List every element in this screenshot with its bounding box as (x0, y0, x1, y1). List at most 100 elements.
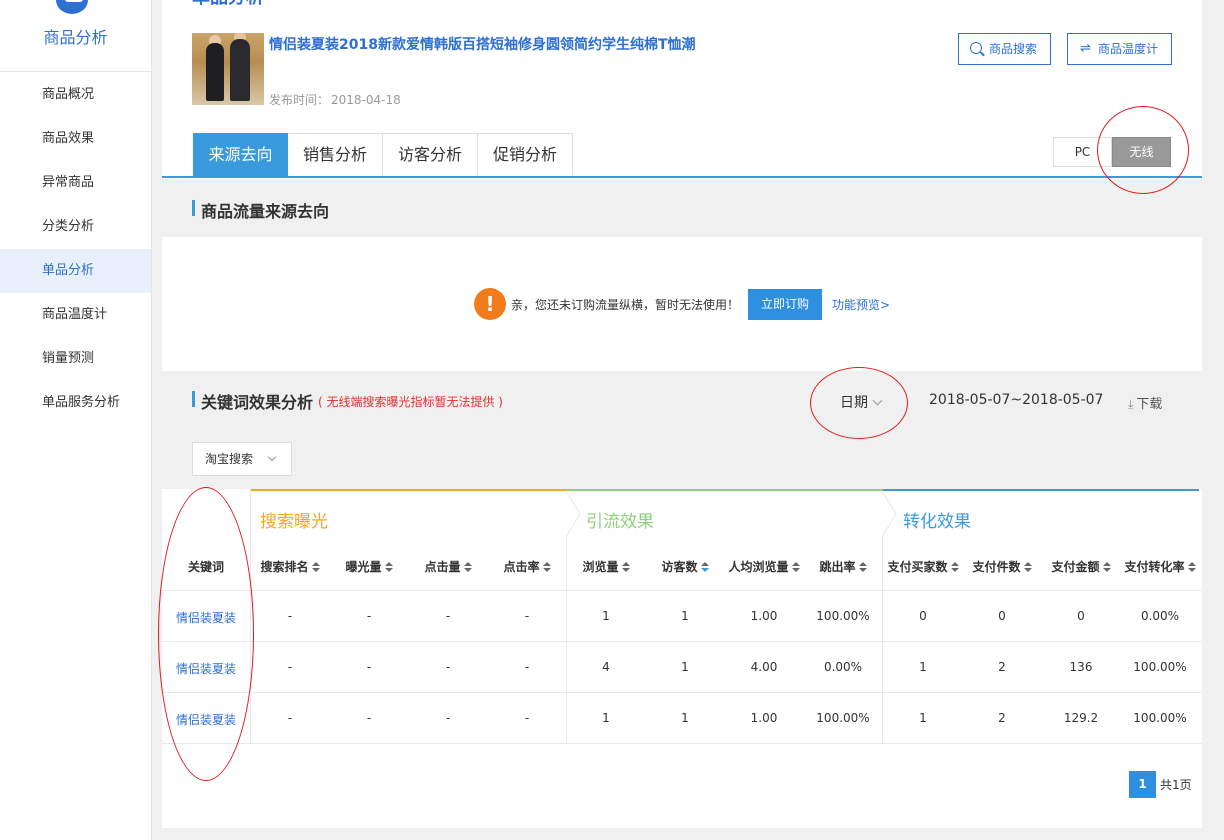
table-cell-exposure: - (366, 609, 372, 623)
column-header-page-views[interactable]: 浏览量 (566, 558, 646, 575)
sidebar-header: 商品分析 (0, 0, 151, 72)
annotation-circle-keywords (158, 487, 254, 781)
table-cell-search-rank: - (287, 660, 293, 674)
keyword-section-title: 关键词效果分析 (192, 389, 313, 413)
notice-text: 亲，您还未订购流量纵横，暂时无法使用！ (511, 297, 740, 312)
column-header-label: 点击率 (503, 560, 540, 574)
column-header-pay-conversion[interactable]: 支付转化率 (1120, 558, 1200, 575)
table-cell-exposure: - (366, 711, 372, 725)
product-name-link[interactable]: 情侣装夏装2018新款爱情韩版百搭短袖修身圆领简约学生纯棉T恤潮 (269, 34, 696, 54)
product-thumbnail[interactable] (192, 33, 264, 105)
table-cell-clicks: - (445, 711, 451, 725)
tab-underline (162, 176, 1202, 178)
table-cell-paid-items: 2 (998, 660, 1006, 674)
table-cell-pay-conversion: 100.00% (1133, 660, 1187, 674)
product-thermometer-label: 商品温度计 (1098, 42, 1159, 56)
table-cell-pay-conversion: 0.00% (1140, 609, 1180, 623)
search-source-select[interactable]: 淘宝搜索 (192, 442, 292, 476)
product-thermometer-button[interactable]: ⇌ 商品温度计 (1067, 33, 1172, 65)
table-cell-avg-views: 1.00 (750, 609, 778, 623)
product-analysis-icon (56, 0, 88, 14)
chevron-down-icon (267, 452, 277, 462)
keyword-section-note: ( 无线端搜索曝光指标暂无法提供 ) (318, 395, 503, 409)
sort-icon (700, 562, 709, 572)
group-separator-arrow (882, 491, 897, 537)
column-header-bounce-rate[interactable]: 跳出率 (803, 558, 883, 575)
sidebar-item-overview[interactable]: 商品概况 (0, 73, 151, 117)
row-divider (162, 590, 1202, 591)
table-cell-bounce-rate: 100.00% (816, 711, 870, 725)
page-1-button[interactable]: 1 (1129, 771, 1156, 798)
sidebar-item-abnormal[interactable]: 异常商品 (0, 161, 151, 205)
table-cell-page-views: 4 (602, 660, 610, 674)
sidebar-item-category[interactable]: 分类分析 (0, 205, 151, 249)
sidebar: 商品分析 商品概况 商品效果 异常商品 分类分析 单品分析 商品温度计 销量预测… (0, 0, 152, 840)
sidebar-item-single-product[interactable]: 单品分析 (0, 249, 151, 293)
tab-sales[interactable]: 销售分析 (288, 133, 383, 177)
product-search-button[interactable]: 商品搜索 (958, 33, 1051, 65)
sidebar-item-effect[interactable]: 商品效果 (0, 117, 151, 161)
sidebar-item-sales-forecast[interactable]: 销量预测 (0, 337, 151, 381)
swap-icon: ⇌ (1080, 41, 1091, 56)
keyword-link[interactable]: 情侣装夏装 (166, 711, 246, 728)
exposure-group-bar (251, 489, 567, 491)
tab-promotion[interactable]: 促销分析 (478, 133, 573, 177)
analysis-tabs: 来源去向 销售分析 访客分析 促销分析 (193, 133, 573, 177)
keyword-link[interactable]: 情侣装夏装 (166, 609, 246, 626)
publish-date-value: 2018-04-18 (331, 93, 401, 107)
page-title: 单品分析 (192, 0, 264, 8)
column-header-visitors[interactable]: 访客数 (645, 558, 725, 575)
column-header-paid-items[interactable]: 支付件数 (962, 558, 1042, 575)
tab-source[interactable]: 来源去向 (193, 133, 288, 177)
column-header-click-rate[interactable]: 点击率 (487, 558, 567, 575)
device-wireless-button[interactable]: 无线 (1112, 137, 1171, 167)
table-cell-visitors: 1 (681, 660, 689, 674)
table-cell-exposure: - (366, 660, 372, 674)
column-header-exposure[interactable]: 曝光量 (329, 558, 409, 575)
column-header-label: 访客数 (661, 560, 698, 574)
traffic-section-title: 商品流量来源去向 (192, 198, 329, 222)
table-cell-visitors: 1 (681, 711, 689, 725)
column-header-paying-buyers[interactable]: 支付买家数 (883, 558, 963, 575)
table-cell-page-views: 1 (602, 711, 610, 725)
group-separator-arrow (566, 491, 581, 537)
column-header-search-rank[interactable]: 搜索排名 (250, 558, 330, 575)
column-header-avg-views[interactable]: 人均浏览量 (724, 558, 804, 575)
traffic-group-bar (567, 489, 883, 491)
table-cell-click-rate: - (524, 711, 530, 725)
column-header-label: 人均浏览量 (728, 560, 789, 574)
sort-icon (1023, 562, 1032, 572)
row-divider (162, 641, 1202, 642)
product-search-label: 商品搜索 (989, 42, 1038, 56)
sidebar-item-thermometer[interactable]: 商品温度计 (0, 293, 151, 337)
download-button[interactable]: ⤓ 下载 (1128, 393, 1162, 412)
sort-icon (858, 562, 867, 572)
table-cell-bounce-rate: 0.00% (823, 660, 863, 674)
table-cell-avg-views: 1.00 (750, 711, 778, 725)
table-cell-visitors: 1 (681, 609, 689, 623)
column-header-label: 点击量 (424, 560, 461, 574)
feature-preview-link[interactable]: 功能预览> (832, 296, 890, 313)
publish-date-label: 发布时间： (269, 93, 330, 107)
keyword-link[interactable]: 情侣装夏装 (166, 660, 246, 677)
column-header-label: 关键词 (187, 560, 224, 574)
device-pc-button[interactable]: PC (1053, 137, 1112, 167)
column-header-label: 支付件数 (972, 560, 1021, 574)
search-icon (970, 42, 982, 54)
table-cell-page-views: 1 (602, 609, 610, 623)
table-cell-click-rate: - (524, 660, 530, 674)
sidebar-item-service-analysis[interactable]: 单品服务分析 (0, 381, 151, 425)
tab-visitors[interactable]: 访客分析 (383, 133, 478, 177)
page-total: 共1页 (1160, 778, 1192, 792)
sort-icon (542, 562, 551, 572)
column-header-label: 支付转化率 (1124, 560, 1185, 574)
sort-icon (621, 562, 630, 572)
table-cell-paying-buyers: 1 (919, 711, 927, 725)
column-header-label: 搜索排名 (260, 560, 309, 574)
subscribe-now-button[interactable]: 立即订购 (748, 288, 823, 320)
date-dropdown[interactable]: 日期 (840, 392, 883, 412)
sidebar-menu: 商品概况 商品效果 异常商品 分类分析 单品分析 商品温度计 销量预测 单品服务… (0, 72, 151, 425)
column-header-clicks[interactable]: 点击量 (408, 558, 488, 575)
table-cell-paid-items: 0 (998, 609, 1006, 623)
column-header-paid-amount[interactable]: 支付金额 (1041, 558, 1121, 575)
